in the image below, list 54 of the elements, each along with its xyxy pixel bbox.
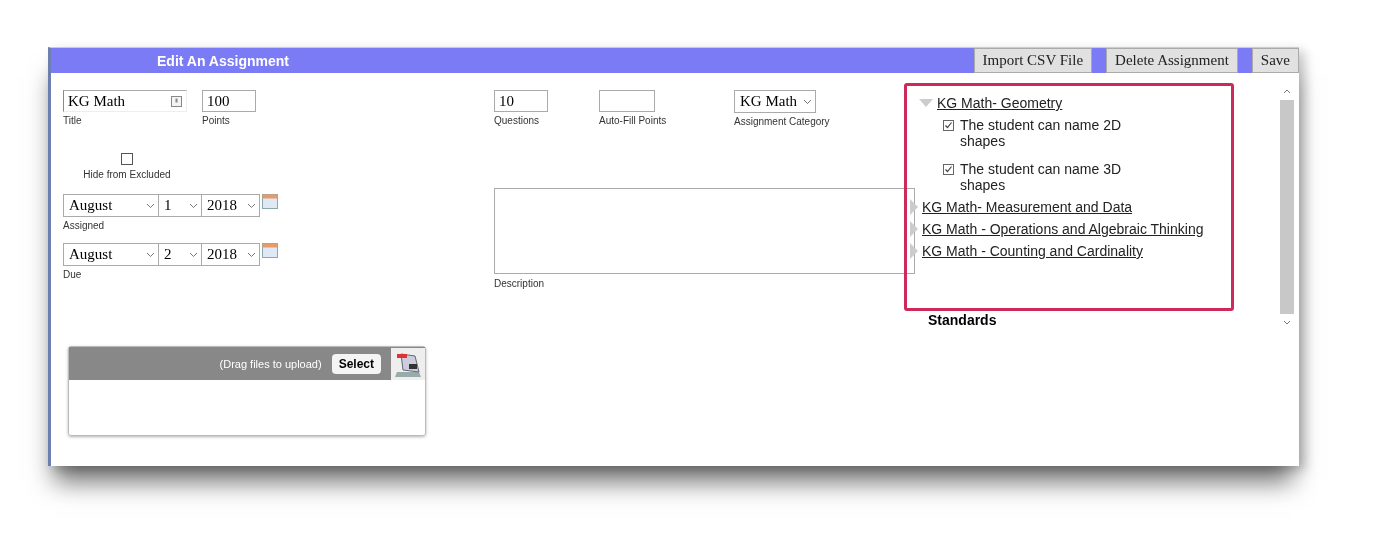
scanner-icon[interactable] — [391, 347, 425, 380]
standard-link[interactable]: KG Math- Geometry — [937, 95, 1063, 111]
description-field[interactable] — [494, 188, 915, 274]
month-select[interactable]: August — [63, 194, 159, 217]
chevron-icon — [189, 202, 198, 209]
chevron-icon — [803, 98, 812, 105]
questions-field[interactable]: 10 — [494, 90, 548, 112]
toolbar-button[interactable]: Delete Assignment — [1106, 48, 1238, 73]
standard-text: The student can name 3D shapes — [960, 161, 1123, 193]
collapsed-triangle-icon[interactable] — [910, 199, 918, 215]
field-label: Auto-Fill Points — [599, 115, 668, 126]
field-label: Description — [494, 278, 546, 289]
calendar-icon[interactable] — [262, 194, 278, 209]
checkbox-label: Hide from Excluded — [83, 169, 171, 180]
year-select[interactable]: 2018 — [202, 194, 260, 217]
select-button[interactable]: Select — [331, 353, 381, 374]
chevron-icon — [247, 202, 256, 209]
standard-link[interactable]: KG Math- Measurement and Data — [922, 199, 1133, 215]
field-label: Questions — [494, 115, 541, 126]
field-icon — [171, 95, 182, 107]
calendar-icon[interactable] — [262, 243, 278, 258]
auto-fill-field[interactable] — [599, 90, 655, 112]
field-label: Points — [202, 115, 231, 126]
category-select[interactable]: KG Math — [734, 90, 816, 113]
month-select[interactable]: August — [63, 243, 159, 266]
checkbox[interactable] — [943, 120, 954, 131]
standard-link[interactable]: KG Math - Operations and Algebraic Thinking — [922, 221, 1204, 237]
points-field[interactable]: 100 — [202, 90, 256, 112]
field-label: Title — [63, 115, 83, 126]
title-field[interactable]: KG Math — [63, 90, 187, 112]
collapsed-triangle-icon[interactable] — [910, 221, 918, 237]
chevron-icon — [146, 202, 155, 209]
scroll-down-icon[interactable] — [1283, 320, 1291, 326]
year-select[interactable]: 2018 — [202, 243, 260, 266]
standard-link[interactable]: KG Math - Counting and Cardinality — [922, 243, 1143, 259]
field-label: Due — [63, 269, 83, 280]
toolbar-button[interactable]: Save — [1251, 48, 1299, 73]
scroll-up-icon[interactable] — [1283, 88, 1291, 94]
field-label: Assigned — [63, 220, 106, 231]
collapsed-triangle-icon[interactable] — [910, 243, 918, 259]
checkbox[interactable] — [121, 153, 133, 165]
day-select[interactable]: 1 — [159, 194, 202, 217]
window-title: Edit An Assignment — [157, 52, 289, 69]
standard-text: The student can name 2D shapes — [960, 117, 1123, 149]
checkbox[interactable] — [943, 164, 954, 175]
field-label: Assignment Category — [734, 116, 830, 127]
day-select[interactable]: 2 — [159, 243, 202, 266]
upload-hint: (Drag files to upload) — [219, 357, 322, 370]
chevron-icon — [189, 251, 198, 258]
toolbar-button[interactable]: Import CSV File — [973, 48, 1093, 73]
expanded-triangle-icon[interactable] — [919, 99, 933, 107]
standards-label: Standards — [928, 312, 998, 328]
chevron-icon — [146, 251, 155, 258]
chevron-icon — [247, 251, 256, 258]
